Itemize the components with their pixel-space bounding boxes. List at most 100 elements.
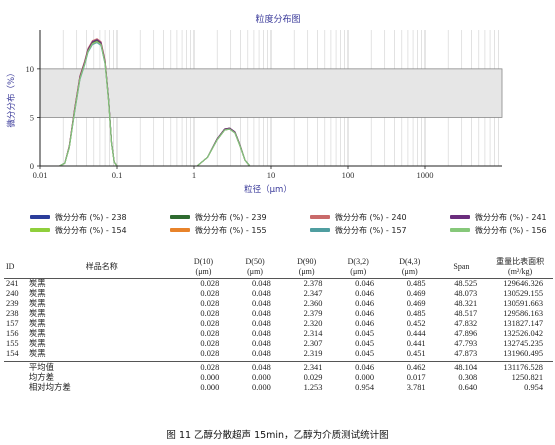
- table-cell: 0.048: [252, 299, 271, 308]
- table-cell: 相对均方差: [28, 383, 71, 392]
- table-row: 157 炭黑 0.028 0.048 2.320 0.046 0.452 47.832 1318…: [4, 319, 553, 329]
- col-header-d32: D(3,2) (μm): [332, 256, 384, 279]
- table-cell: 0.469: [406, 289, 426, 298]
- table-cell: 2.320: [303, 319, 323, 328]
- table-cell: [4, 383, 26, 395]
- table-row: 155 炭黑 0.028 0.048 2.307 0.045 0.441 47.793 1327…: [4, 339, 553, 349]
- table-cell: 0.028: [200, 319, 220, 328]
- table-cell: 0.048: [252, 279, 271, 288]
- y-tick-label: 0: [30, 161, 34, 171]
- legend-label: 微分分布 (%) - 238: [55, 212, 127, 222]
- legend-item: 微分分布 (%) - 156: [450, 224, 547, 236]
- table-cell: 0.954: [355, 383, 374, 392]
- legend-swatch: [30, 228, 50, 232]
- table-cell: 131176.528: [487, 361, 553, 373]
- table-cell: 0.451: [406, 349, 426, 358]
- summary-row: 平均值 0.028 0.048 2.341 0.046 0.462 48.104 131176…: [4, 361, 553, 373]
- table-cell: 0.046: [355, 279, 374, 288]
- table-cell: 0.045: [355, 329, 374, 338]
- table-cell: 0.046: [355, 309, 374, 318]
- legend-swatch: [450, 215, 470, 219]
- table-cell: 47.873: [454, 349, 478, 358]
- x-tick-label: 0.1: [112, 170, 123, 180]
- table-cell: 0.469: [406, 299, 426, 308]
- legend-item: 微分分布 (%) - 238: [30, 211, 127, 223]
- table-cell: 0.000: [252, 373, 271, 382]
- table-cell: 2.341: [280, 361, 333, 373]
- table-cell: 1.253: [303, 383, 323, 392]
- table-cell: 0.045: [355, 339, 374, 348]
- table-cell: 130529.155: [503, 289, 543, 298]
- figure-caption: 图 11 乙醇分散超声 15min，乙醇为介质测试统计图: [166, 430, 389, 441]
- col-header-name: 样品名称: [25, 256, 178, 279]
- table-cell: 0.048: [252, 329, 271, 338]
- legend-item: 微分分布 (%) - 239: [170, 211, 267, 223]
- table-cell: 炭黑: [28, 299, 46, 308]
- table-cell: 0.028: [200, 299, 220, 308]
- col-header-d90-unit: (μm): [298, 267, 315, 276]
- table-cell: 0.000: [200, 373, 220, 382]
- col-header-d32-unit: (μm): [350, 267, 367, 276]
- table-cell: 0.046: [332, 361, 384, 373]
- col-header-d50: D(50) (μm): [229, 256, 281, 279]
- table-cell: 均方差: [28, 373, 55, 382]
- table-cell: 0.000: [252, 383, 271, 392]
- table-summary: 平均值 0.028 0.048 2.341 0.046 0.462 48.104 131176…: [4, 361, 553, 396]
- legend-swatch: [170, 228, 190, 232]
- y-tick-label: 5: [30, 112, 34, 122]
- table-cell: 0.048: [252, 289, 271, 298]
- table-cell: 0.954: [524, 383, 543, 392]
- table-cell: 0.029: [303, 373, 323, 382]
- table-cell: 炭黑: [28, 309, 46, 318]
- table-cell: 0.444: [406, 329, 426, 338]
- legend-label: 微分分布 (%) - 157: [335, 225, 407, 235]
- legend-swatch: [30, 215, 50, 219]
- table-cell: 47.832: [454, 319, 478, 328]
- col-header-span: Span: [435, 256, 488, 279]
- table-cell: 0.028: [200, 289, 220, 298]
- table-cell: 0.028: [200, 349, 220, 358]
- legend-item: 微分分布 (%) - 157: [310, 224, 407, 236]
- table-cell: 0.028: [200, 279, 220, 288]
- table-cell: 239: [6, 299, 19, 308]
- table-cell: 平均值: [25, 361, 178, 373]
- table-cell: 0.048: [252, 349, 271, 358]
- table-cell: 1250.821: [511, 373, 543, 382]
- table-cell: 156: [6, 329, 19, 338]
- legend-label: 微分分布 (%) - 239: [195, 212, 267, 222]
- table-cell: 炭黑: [28, 289, 46, 298]
- table-cell: 157: [6, 319, 19, 328]
- table-row: 240 炭黑 0.028 0.048 2.347 0.046 0.469 48.073 1305…: [4, 289, 553, 299]
- table-cell: 129586.163: [503, 309, 543, 318]
- table-row: 156 炭黑 0.028 0.048 2.314 0.045 0.444 47.896 1325…: [4, 329, 553, 339]
- table-cell: 0.441: [406, 339, 426, 348]
- table-cell: 0.000: [355, 373, 374, 382]
- col-header-d32-top: D(3,2): [347, 257, 369, 266]
- table-cell: 2.319: [303, 349, 323, 358]
- col-header-ssa-top: 重量比表面积: [496, 257, 545, 266]
- table-cell: 48.104: [435, 361, 488, 373]
- table-row: 241 炭黑 0.028 0.048 2.378 0.046 0.485 48.525 1296…: [4, 279, 553, 290]
- legend-item: 微分分布 (%) - 240: [310, 211, 407, 223]
- table-cell: 0.462: [384, 361, 436, 373]
- statistics-table: ID 样品名称 D(10) (μm) D(50) (μm) D(90) (μm) D(…: [4, 256, 553, 395]
- legend-item: 微分分布 (%) - 154: [30, 224, 127, 236]
- table-cell: 炭黑: [28, 319, 46, 328]
- col-header-d90: D(90) (μm): [280, 256, 333, 279]
- table-cell: [4, 373, 26, 383]
- table-cell: 48.321: [454, 299, 478, 308]
- legend-label: 微分分布 (%) - 156: [475, 225, 547, 235]
- table-cell: 130591.663: [503, 299, 543, 308]
- table-cell: 2.314: [303, 329, 323, 338]
- table-cell: 241: [6, 279, 19, 288]
- col-header-d50-unit: (μm): [247, 267, 263, 276]
- table-cell: 0.048: [252, 319, 271, 328]
- table-cell: 47.896: [454, 329, 478, 338]
- table-cell: 0.048: [252, 309, 271, 318]
- particle-size-chart: 粒度分布图 0.01 0.1 1 10 100 1000 0 5 10 粒径（μm） 微分分布（…: [6, 13, 503, 195]
- table-cell: 129646.326: [503, 279, 543, 288]
- table-cell: 2.307: [303, 339, 323, 348]
- col-header-d10-unit: (μm): [195, 267, 212, 276]
- table-cell: 240: [6, 289, 19, 298]
- col-header-d10: D(10) (μm): [177, 256, 230, 279]
